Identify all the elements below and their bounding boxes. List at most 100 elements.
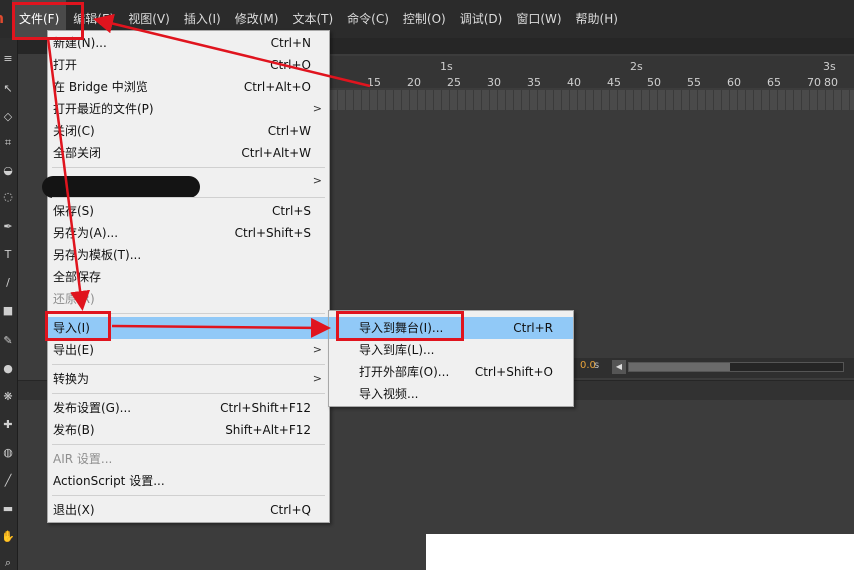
ruler-frame-label: 45 — [607, 76, 621, 89]
menu-item-revert: 还原(R) — [48, 288, 329, 310]
ruler-frame-label: 80 — [824, 76, 838, 89]
menu-item-label: 退出(X) — [53, 503, 95, 517]
ruler-frame-label: 60 — [727, 76, 741, 89]
ruler-frame-label: 50 — [647, 76, 661, 89]
ruler-second-label: 3s — [823, 60, 836, 73]
menu-item-label: 导入视频... — [359, 387, 419, 401]
menu-item-convert-to[interactable]: 转换为 > — [48, 368, 329, 390]
menu-item-shortcut: Shift+Alt+F12 — [225, 423, 311, 437]
submenu-arrow-icon: > — [312, 372, 322, 385]
menu-item-label: 打开 — [53, 58, 78, 72]
redaction-mark — [42, 176, 200, 198]
scroll-left-arrow-icon[interactable]: ◀ — [612, 360, 626, 374]
menu-debug[interactable]: 调试(D) — [453, 0, 510, 38]
menu-item-exit[interactable]: 退出(X) Ctrl+Q — [48, 499, 329, 521]
menu-item-import-video[interactable]: 导入视频... — [329, 383, 573, 405]
menu-item-save-all[interactable]: 全部保存 — [48, 266, 329, 288]
menu-item-browse-in-bridge[interactable]: 在 Bridge 中浏览 Ctrl+Alt+O — [48, 76, 329, 98]
ruler-frame-label: 30 — [487, 76, 501, 89]
ruler-second-label: 1s — [440, 60, 453, 73]
ruler-frame-label: 65 — [767, 76, 781, 89]
menu-separator — [52, 393, 325, 394]
menu-item-close-all[interactable]: 全部关闭 Ctrl+Alt+W — [48, 142, 329, 164]
annotation-box-file-menu — [12, 2, 84, 40]
menu-item-import-to-library[interactable]: 导入到库(L)... — [329, 339, 573, 361]
ruler-frame-label: 40 — [567, 76, 581, 89]
pencil-tool-icon[interactable]: ✎ — [1, 334, 15, 348]
menu-separator — [52, 364, 325, 365]
menu-item-publish[interactable]: 发布(B) Shift+Alt+F12 — [48, 419, 329, 441]
menu-separator — [52, 197, 325, 198]
menu-item-label: 导入到库(L)... — [359, 343, 435, 357]
menu-item-shortcut: Ctrl+O — [270, 58, 311, 72]
ruler-frame-label: 20 — [407, 76, 421, 89]
pen-tool-icon[interactable]: ✒ — [1, 220, 15, 234]
timeline-scrollbar[interactable] — [628, 362, 844, 372]
menu-separator — [52, 495, 325, 496]
text-tool-icon[interactable]: T — [1, 248, 15, 262]
timeline-ruler[interactable]: 1s 2s 3s 15 20 25 30 35 40 45 50 55 60 6… — [330, 56, 854, 89]
menu-item-open[interactable]: 打开 Ctrl+O — [48, 54, 329, 76]
menu-separator — [52, 167, 325, 168]
rectangle-tool-icon[interactable]: ■ — [1, 304, 15, 318]
stage-canvas[interactable] — [426, 534, 854, 570]
eyedropper-tool-icon[interactable]: ╱ — [1, 474, 15, 488]
menu-item-label: AIR 设置... — [53, 452, 113, 466]
menu-item-close[interactable]: 关闭(C) Ctrl+W — [48, 120, 329, 142]
brush-tool-icon[interactable]: ● — [1, 362, 15, 376]
menu-window[interactable]: 窗口(W) — [509, 0, 568, 38]
menu-item-shortcut: Ctrl+Shift+O — [474, 365, 553, 379]
menu-item-shortcut: Ctrl+Q — [270, 503, 311, 517]
menu-item-new[interactable]: 新建(N)... Ctrl+N — [48, 32, 329, 54]
tools-grip-icon: ≡ — [3, 52, 13, 65]
menu-commands[interactable]: 命令(C) — [340, 0, 396, 38]
submenu-arrow-icon: > — [312, 343, 322, 356]
menu-item-publish-settings[interactable]: 发布设置(G)... Ctrl+Shift+F12 — [48, 397, 329, 419]
ruler-frame-label: 70 — [807, 76, 821, 89]
menu-item-label: 打开最近的文件(P) — [53, 102, 154, 116]
menu-item-shortcut: Ctrl+R — [513, 321, 553, 335]
transform-tool-icon[interactable]: ⌗ — [1, 136, 15, 150]
menu-item-label: 全部保存 — [53, 270, 102, 284]
paint-bucket-tool-icon[interactable]: ◍ — [1, 446, 15, 460]
bone-tool-icon[interactable]: ✚ — [1, 418, 15, 432]
line-tool-icon[interactable]: / — [1, 276, 15, 290]
menu-item-label: 关闭(C) — [53, 124, 95, 138]
file-menu-dropdown: 新建(N)... Ctrl+N 打开 Ctrl+O 在 Bridge 中浏览 C… — [42, 30, 330, 523]
annotation-box-import-to-stage — [336, 311, 464, 341]
menu-item-save[interactable]: 保存(S) Ctrl+S — [48, 200, 329, 222]
menu-item-label: 发布设置(G)... — [53, 401, 132, 415]
lasso-tool-icon[interactable]: ◌ — [1, 190, 15, 204]
menu-item-open-external-library[interactable]: 打开外部库(O)... Ctrl+Shift+O — [329, 361, 573, 383]
menu-control[interactable]: 控制(O) — [396, 0, 453, 38]
submenu-arrow-icon: > — [312, 102, 322, 115]
menu-item-actionscript-settings[interactable]: ActionScript 设置... — [48, 470, 329, 492]
selection-tool-icon[interactable]: ↖ — [1, 82, 15, 96]
menu-item-shortcut: Ctrl+S — [271, 204, 311, 218]
menu-item-save-as[interactable]: 另存为(A)... Ctrl+Shift+S — [48, 222, 329, 244]
timeline-frames-row[interactable] — [330, 90, 854, 110]
menu-item-export[interactable]: 导出(E) > — [48, 339, 329, 361]
timeline-scrollbar-thumb[interactable] — [629, 363, 730, 371]
menu-item-open-recent[interactable]: 打开最近的文件(P) > — [48, 98, 329, 120]
menu-item-label: 全部关闭 — [53, 146, 102, 160]
menu-item-save-as-template[interactable]: 另存为模板(T)... — [48, 244, 329, 266]
menu-item-shortcut: Ctrl+Alt+O — [243, 80, 311, 94]
menu-item-label: 另存为模板(T)... — [53, 248, 142, 262]
deco-tool-icon[interactable]: ❋ — [1, 390, 15, 404]
3d-tool-icon[interactable]: ◒ — [1, 164, 15, 178]
subselect-tool-icon[interactable]: ◇ — [1, 110, 15, 124]
elapsed-time-unit: s — [594, 360, 600, 371]
timeline-status-bar: 0.0 s ◀ — [574, 358, 854, 378]
eraser-tool-icon[interactable]: ▬ — [1, 502, 15, 516]
annotation-box-import — [45, 311, 111, 341]
hand-tool-icon[interactable]: ✋ — [1, 530, 15, 544]
menu-item-label: 保存(S) — [53, 204, 94, 218]
menu-item-redacted[interactable]: > — [42, 170, 329, 198]
ruler-frame-label: 15 — [367, 76, 381, 89]
zoom-tool-icon[interactable]: ⌕ — [1, 556, 15, 570]
menu-item-label: 导出(E) — [53, 343, 94, 357]
app-logo-icon: n — [0, 0, 12, 38]
menu-help[interactable]: 帮助(H) — [569, 0, 625, 38]
submenu-arrow-icon: > — [312, 174, 322, 187]
